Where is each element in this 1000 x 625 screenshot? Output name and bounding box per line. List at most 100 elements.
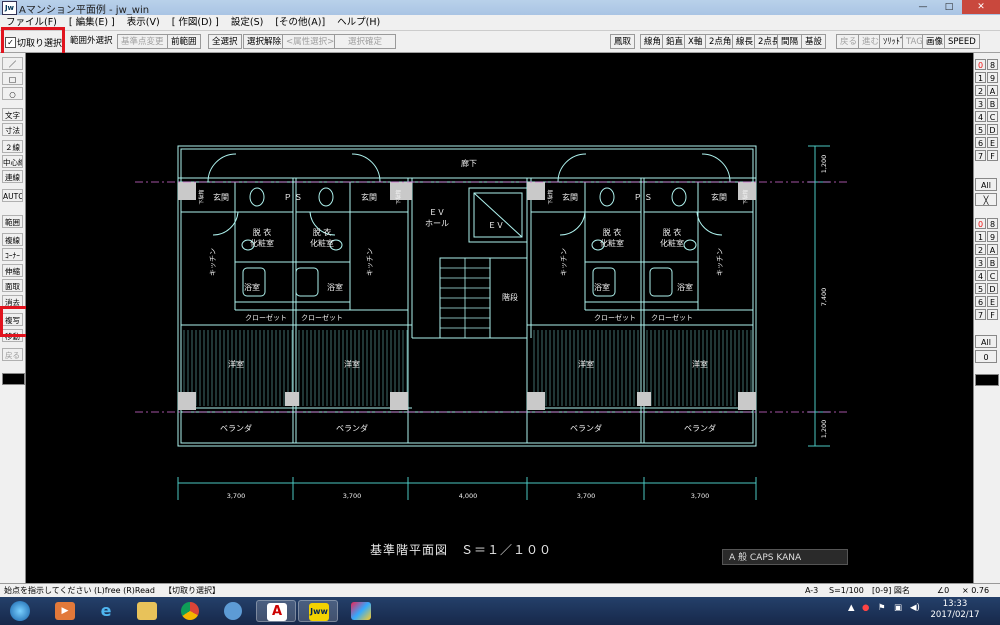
layer-8-button[interactable]: 8 [987,59,998,70]
base-point-change-button[interactable]: 基準点変更 [117,34,168,49]
start-button[interactable] [2,600,42,622]
layer-E-button[interactable]: E [987,137,998,148]
layer-9-button[interactable]: 9 [987,72,998,83]
status-layer[interactable]: A-3 [805,584,818,597]
tool-line[interactable]: ／ [2,57,23,70]
tool-base-setting[interactable]: 基設 [801,34,827,49]
layer-group-E-button[interactable]: E [987,296,998,307]
layer-cross-button[interactable]: ╳ [975,193,997,206]
tool-undo[interactable]: 戻る [2,348,23,361]
menu-other[interactable]: [その他(A)] [269,15,331,29]
tray-up-arrow-icon[interactable]: ▲ [848,603,855,613]
tool-offset-line[interactable]: 複線 [2,233,23,246]
tool-x-axis[interactable]: X軸 [684,34,707,49]
tool-corner[interactable]: ｺｰﾅｰ [2,248,23,261]
layer-group-A-button[interactable]: A [987,244,998,255]
layer-5-button[interactable]: 5 [975,124,986,135]
layer-7-button[interactable]: 7 [975,150,986,161]
layer-A-button[interactable]: A [987,85,998,96]
drawing-canvas[interactable]: 廊下 ＥＶ ホール ＥＶ 階段 玄関 玄関 玄関 玄関 Ｐ Ｓ Ｐ Ｓ 脱 衣 … [26,53,972,583]
close-button[interactable]: ✕ [962,0,1000,14]
tool-auto[interactable]: AUTO [2,189,23,202]
speed-button[interactable]: SPEED [944,34,980,49]
minimize-button[interactable]: — [910,0,936,14]
tool-center-line[interactable]: 中心線 [2,155,23,168]
tool-range[interactable]: 範囲 [2,215,23,228]
layer-2-button[interactable]: 2 [975,85,986,96]
taskbar-mail[interactable] [213,600,253,622]
layer-group-C-button[interactable]: C [987,270,998,281]
layer-group-9-button[interactable]: 9 [987,231,998,242]
layer-0-button[interactable]: 0 [975,59,986,70]
menu-draw[interactable]: [ 作図(D) ] [166,15,225,29]
taskbar-acrobat[interactable]: A [256,600,296,622]
prev-range-button[interactable]: 前範囲 [167,34,201,49]
tool-rectangle[interactable]: □ [2,72,23,85]
tray-antivirus-icon[interactable]: ● [862,603,869,613]
layer-group-2-button[interactable]: 2 [975,244,986,255]
layer-all-button[interactable]: All [975,178,997,191]
layer-3-button[interactable]: 3 [975,98,986,109]
status-angle[interactable]: ∠0 [937,584,949,597]
tool-two-point-angle[interactable]: 2点角 [705,34,736,49]
layer-B-button[interactable]: B [987,98,998,109]
status-scale[interactable]: S=1/100 [829,584,864,597]
layer-group-F-button[interactable]: F [987,309,998,320]
layer-group-5-button[interactable]: 5 [975,283,986,294]
layer-6-button[interactable]: 6 [975,137,986,148]
mail-icon [224,602,242,620]
menu-view[interactable]: 表示(V) [121,15,166,29]
tool-dimension[interactable]: 寸法 [2,123,23,136]
status-layer-group[interactable]: [0-9] 図名 [872,584,910,597]
taskbar-paint[interactable] [341,600,381,622]
status-zoom[interactable]: × 0.76 [962,584,989,597]
layer-C-button[interactable]: C [987,111,998,122]
tray-volume-icon[interactable]: ◀) [910,603,920,613]
tray-network-icon[interactable]: ▣ [894,603,902,613]
menu-help[interactable]: ヘルプ(H) [331,15,386,29]
layer-group-all-button[interactable]: All [975,335,997,348]
maximize-button[interactable]: □ [936,0,962,14]
tool-chamfer[interactable]: 面取 [2,279,23,292]
tool-double-line[interactable]: ２線 [2,140,23,153]
layer-group-8-button[interactable]: 8 [987,218,998,229]
layer-group-B-button[interactable]: B [987,257,998,268]
tool-text[interactable]: 文字 [2,108,23,121]
tool-circle[interactable]: ○ [2,87,23,100]
menu-bar: ファイル(F)[ 編集(E) ] 表示(V)[ 作図(D) ] 設定(S) [その他(… [0,15,1000,31]
outside-select-option[interactable]: 範囲外選択 [67,34,116,49]
tool-houtori[interactable]: 鳳取 [610,34,636,49]
label-veranda-2: ベランダ [336,423,368,433]
layer-group-D-button[interactable]: D [987,283,998,294]
select-all-button[interactable]: 全選択 [208,34,242,49]
layer-1-button[interactable]: 1 [975,72,986,83]
taskbar-media-player[interactable]: ▶ [45,600,85,622]
ime-language-bar[interactable]: A 般 CAPS KANA [722,549,848,565]
layer-F-button[interactable]: F [987,150,998,161]
menu-edit[interactable]: [ 編集(E) ] [63,15,121,29]
layer-line-indicator[interactable] [975,374,999,386]
taskbar-internet-explorer[interactable]: e [86,600,126,622]
layer-group-1-button[interactable]: 1 [975,231,986,242]
tray-flag-icon[interactable]: ⚑ [878,603,886,613]
line-type-indicator[interactable] [2,373,25,385]
layer-4-button[interactable]: 4 [975,111,986,122]
tool-interval[interactable]: 間隔 [777,34,803,49]
layer-group-4-button[interactable]: 4 [975,270,986,281]
taskbar-chrome[interactable] [170,600,210,622]
layer-group-3-button[interactable]: 3 [975,257,986,268]
menu-settings[interactable]: 設定(S) [225,15,269,29]
layer-group-zero-button[interactable]: 0 [975,350,997,363]
layer-group-0-button[interactable]: 0 [975,218,986,229]
taskbar-clock[interactable]: 13:33 2017/02/17 [930,599,980,621]
confirm-select-button[interactable]: 選択確定 [334,34,396,49]
layer-group-6-button[interactable]: 6 [975,296,986,307]
attribute-select-button[interactable]: <属性選択> [282,34,339,49]
layer-D-button[interactable]: D [987,124,998,135]
deselect-button[interactable]: 選択解除 [243,34,286,49]
tool-connect-line[interactable]: 連線 [2,170,23,183]
taskbar-jw-cad[interactable]: Jww [298,600,338,622]
tool-stretch[interactable]: 伸縮 [2,264,23,277]
taskbar-file-explorer[interactable] [127,600,167,622]
layer-group-7-button[interactable]: 7 [975,309,986,320]
